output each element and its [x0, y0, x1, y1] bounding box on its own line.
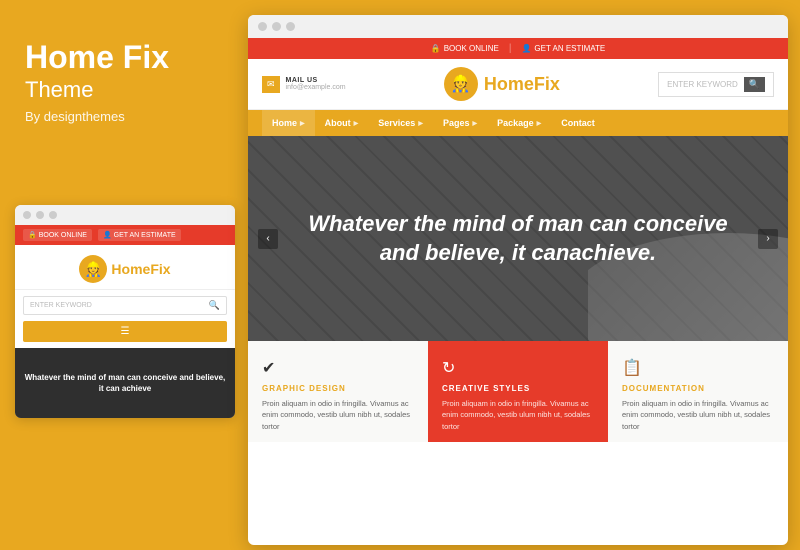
sb-search-placeholder: ENTER KEYWORD	[30, 302, 92, 309]
nav-arrow-services: ▶	[418, 120, 423, 127]
sb-logo-icon: 👷	[79, 255, 107, 283]
rb-graphic-design-title: GRAPHIC DESIGN	[262, 384, 414, 393]
rb-estimate-btn: 👤 GET AN ESTIMATE	[521, 44, 605, 53]
rb-card-documentation: 📋 DOCUMENTATION Proin aliquam in odio in…	[608, 341, 788, 442]
nav-arrow-package: ▶	[537, 120, 542, 127]
sb-logo: 👷 HomeFix	[79, 255, 170, 283]
sb-hero-text: Whatever the mind of man can conceive an…	[23, 372, 227, 394]
sb-titlebar	[15, 205, 235, 225]
left-panel: Home Fix Theme By designthemes 🔒 BOOK ON…	[0, 0, 245, 550]
rb-card-graphic-design: ✔ GRAPHIC DESIGN Proin aliquam in odio i…	[248, 341, 428, 442]
rb-hero-section: Whatever the mind of man can conceive an…	[248, 136, 788, 341]
rb-hero-text: Whatever the mind of man can conceive an…	[308, 210, 728, 267]
nav-item-services[interactable]: Services ▶	[368, 110, 433, 136]
rb-creative-styles-title: CREATIVE STYLES	[442, 384, 594, 393]
sb-hero-section: Whatever the mind of man can conceive an…	[15, 348, 235, 418]
nav-item-home[interactable]: Home ▶	[262, 110, 315, 136]
rb-dot-3	[286, 22, 295, 31]
rb-logo-icon: 👷	[444, 67, 478, 101]
rb-search-box[interactable]: ENTER KEYWORD 🔍	[658, 72, 774, 97]
rb-mail-icon: ✉	[262, 76, 280, 93]
rb-hero-next-button[interactable]: ›	[758, 229, 778, 249]
right-browser-mockup: 🔒 BOOK ONLINE | 👤 GET AN ESTIMATE ✉ MAIL…	[248, 15, 788, 545]
sb-dot-3	[49, 211, 57, 219]
rb-search-button[interactable]: 🔍	[744, 77, 765, 92]
nav-arrow-pages: ▶	[472, 120, 477, 127]
sb-logo-text: HomeFix	[111, 261, 170, 277]
nav-item-about[interactable]: About ▶	[315, 110, 369, 136]
rb-graphic-design-icon: ✔	[262, 358, 414, 378]
nav-item-contact[interactable]: Contact	[551, 110, 605, 136]
sb-hamburger-button[interactable]: ☰	[23, 321, 227, 342]
small-browser-mockup: 🔒 BOOK ONLINE 👤 GET AN ESTIMATE 👷 HomeFi…	[15, 205, 235, 418]
rb-logo-text: HomeFix	[484, 74, 560, 95]
sb-estimate-btn: 👤 GET AN ESTIMATE	[98, 229, 181, 241]
rb-search-placeholder: ENTER KEYWORD	[667, 80, 738, 89]
rb-graphic-design-body: Proin aliquam in odio in fringilla. Viva…	[262, 398, 414, 432]
sb-search-icon: 🔍	[209, 300, 220, 311]
rb-mail-label: MAIL US	[286, 77, 346, 84]
rb-feature-cards: ✔ GRAPHIC DESIGN Proin aliquam in odio i…	[248, 341, 788, 442]
sb-topbar: 🔒 BOOK ONLINE 👤 GET AN ESTIMATE	[15, 225, 235, 245]
rb-header: ✉ MAIL US info@example.com 👷 HomeFix ENT…	[248, 59, 788, 110]
rb-card-creative-styles: ↻ CREATIVE STYLES Proin aliquam in odio …	[428, 341, 608, 442]
sb-header: 👷 HomeFix	[15, 245, 235, 290]
rb-documentation-body: Proin aliquam in odio in fringilla. Viva…	[622, 398, 774, 432]
rb-dot-1	[258, 22, 267, 31]
sb-book-online-btn: 🔒 BOOK ONLINE	[23, 229, 92, 241]
sb-search-box[interactable]: ENTER KEYWORD 🔍	[23, 296, 227, 315]
rb-documentation-title: DOCUMENTATION	[622, 384, 774, 393]
sb-estimate-icon: 👤	[103, 231, 112, 239]
rb-topbar: 🔒 BOOK ONLINE | 👤 GET AN ESTIMATE	[248, 38, 788, 59]
nav-item-pages[interactable]: Pages ▶	[433, 110, 487, 136]
rb-mail-address: info@example.com	[286, 84, 346, 91]
nav-arrow-home: ▶	[300, 120, 305, 127]
sb-dot-2	[36, 211, 44, 219]
rb-book-online-btn: 🔒 BOOK ONLINE	[431, 44, 499, 53]
app-subtitle: Theme	[25, 77, 220, 103]
app-author: By designthemes	[25, 109, 220, 124]
rb-documentation-icon: 📋	[622, 358, 774, 378]
rb-lock-icon: 🔒	[431, 44, 441, 53]
rb-creative-styles-icon: ↻	[442, 358, 594, 378]
sb-book-icon: 🔒	[28, 231, 37, 239]
rb-mail-section: ✉ MAIL US info@example.com	[262, 76, 346, 93]
rb-hero-prev-button[interactable]: ‹	[258, 229, 278, 249]
rb-user-icon: 👤	[521, 44, 531, 53]
rb-titlebar	[248, 15, 788, 38]
rb-creative-styles-body: Proin aliquam in odio in fringilla. Viva…	[442, 398, 594, 432]
rb-logo: 👷 HomeFix	[444, 67, 560, 101]
nav-arrow-about: ▶	[354, 120, 359, 127]
app-title: Home Fix	[25, 40, 220, 75]
rb-topbar-divider: |	[509, 43, 512, 54]
sb-dot-1	[23, 211, 31, 219]
rb-navigation: Home ▶ About ▶ Services ▶ Pages ▶ Packag…	[248, 110, 788, 136]
nav-item-package[interactable]: Package ▶	[487, 110, 551, 136]
rb-mail-info: MAIL US info@example.com	[286, 77, 346, 91]
rb-dot-2	[272, 22, 281, 31]
